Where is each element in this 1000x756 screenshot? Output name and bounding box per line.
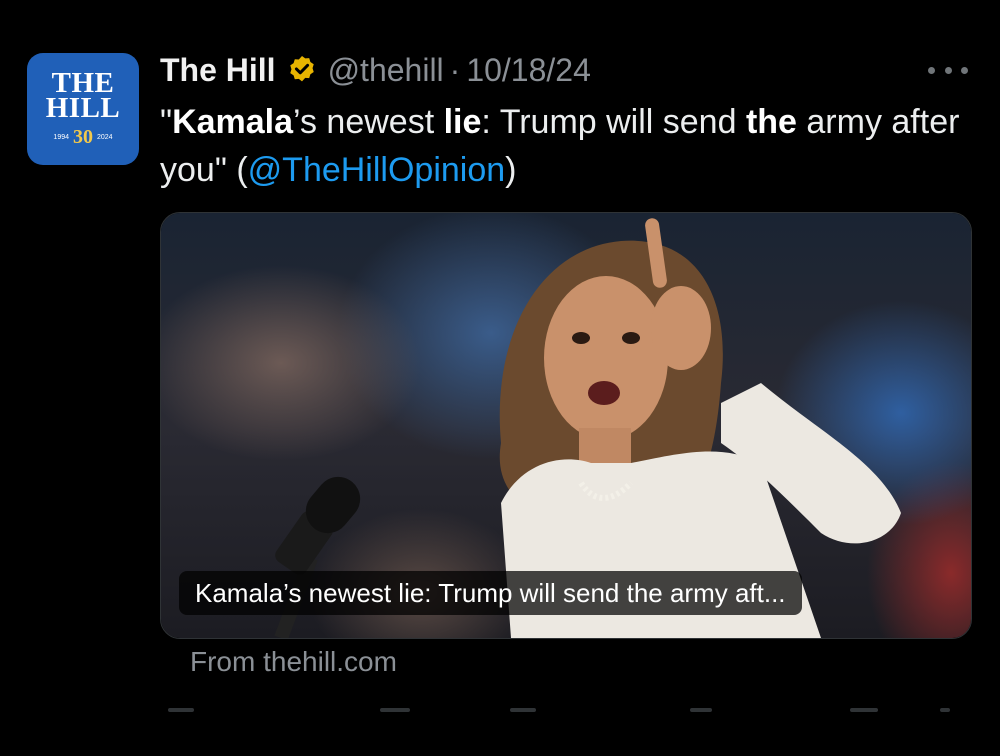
more-dot xyxy=(928,66,935,74)
avatar-year-start: 1994 xyxy=(53,133,69,141)
tweet-header: The Hill @thehill · 10/18/24 xyxy=(160,50,591,90)
tweet-text-segment: : Trump will send xyxy=(481,103,746,141)
verified-badge-icon[interactable] xyxy=(286,54,318,86)
avatar-year-end: 2024 xyxy=(97,133,113,141)
tweet-text-segment: ’s newest xyxy=(293,103,444,141)
tweet-date[interactable]: 10/18/24 xyxy=(466,52,591,89)
link-card[interactable]: Kamala’s newest lie: Trump will send the… xyxy=(160,212,972,639)
avatar[interactable]: THE HILL 1994 30 2024 xyxy=(27,53,139,165)
bookmark-icon[interactable] xyxy=(850,708,878,712)
like-icon[interactable] xyxy=(510,708,536,712)
account-handle[interactable]: @thehill xyxy=(328,52,444,89)
reply-icon[interactable] xyxy=(168,708,194,712)
action-bar xyxy=(160,708,970,718)
tweet-text-bold-the: the xyxy=(745,103,797,141)
tweet-text-bold-kamala: Kamala xyxy=(172,103,294,141)
more-dot xyxy=(944,66,952,74)
retweet-icon[interactable] xyxy=(380,708,410,712)
tweet-text: "Kamala’s newest lie: Trump will send th… xyxy=(160,98,980,194)
card-caption: Kamala’s newest lie: Trump will send the… xyxy=(179,571,802,615)
more-options-icon[interactable] xyxy=(928,56,968,84)
avatar-anniversary: 1994 30 2024 xyxy=(53,127,112,147)
mention-link[interactable]: @TheHillOpinion xyxy=(248,151,506,189)
header-separator: · xyxy=(449,51,461,88)
tweet-text-close: ) xyxy=(505,151,517,189)
share-icon[interactable] xyxy=(940,708,950,712)
tweet-text-bold-lie: lie xyxy=(443,103,482,141)
card-source[interactable]: From thehill.com xyxy=(190,646,397,678)
views-icon[interactable] xyxy=(690,708,712,712)
avatar-logo-line-2: HILL xyxy=(45,92,121,124)
tweet-quote-open: " xyxy=(160,103,173,141)
more-dot xyxy=(961,66,968,74)
avatar-anniversary-number: 30 xyxy=(73,126,93,148)
account-name[interactable]: The Hill xyxy=(160,52,276,89)
